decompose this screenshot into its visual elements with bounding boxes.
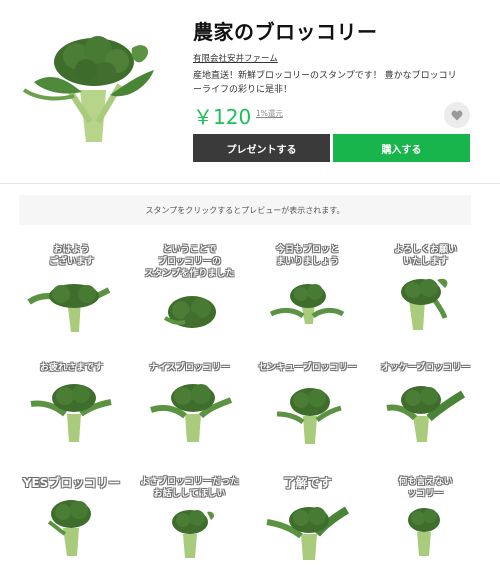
sticker-item[interactable]: おはよう ございます bbox=[19, 240, 124, 345]
sticker-caption: よろしくお願い いたします bbox=[393, 245, 457, 267]
buy-button[interactable]: 購入する bbox=[333, 134, 470, 162]
sticker-grid: おはよう ございます ということで ブロッコリーの スタンプを作りました 今日もブロッ… bbox=[19, 240, 479, 570]
sticker-caption: センキューブロッコリー bbox=[258, 363, 357, 373]
heart-icon bbox=[451, 110, 463, 120]
product-main-image bbox=[22, 36, 154, 142]
sticker-caption: ナイスブロッコリー bbox=[149, 363, 230, 373]
sticker-item[interactable]: お疲れさまです bbox=[19, 358, 124, 463]
points-link[interactable]: 1%還元 bbox=[256, 108, 283, 119]
product-header: 農家のブロッコリー 有限会社安井ファーム 産地直送！新鮮ブロッコリーのスタンプで… bbox=[0, 0, 500, 183]
sticker-item[interactable]: ということで ブロッコリーの スタンプを作りました bbox=[137, 240, 242, 345]
sticker-item[interactable]: よきブロッコリーだった お話ししてほしい bbox=[137, 472, 242, 577]
sticker-item[interactable]: 何も言えない ッコリー bbox=[373, 472, 478, 577]
header-divider bbox=[0, 183, 500, 184]
sticker-item[interactable]: 了解です bbox=[255, 472, 360, 577]
sticker-caption: お疲れさまです bbox=[39, 363, 103, 373]
favorite-button[interactable] bbox=[444, 102, 470, 128]
preview-notice: スタンプをクリックするとプレビューが表示されます。 bbox=[19, 195, 471, 225]
sticker-caption: よきブロッコリーだった お話ししてほしい bbox=[139, 477, 239, 499]
sticker-caption: YESブロッコリー bbox=[22, 476, 121, 490]
price: ￥120 bbox=[193, 105, 252, 129]
sticker-caption: ということで ブロッコリーの スタンプを作りました bbox=[144, 245, 235, 279]
sticker-caption: 了解です bbox=[283, 476, 332, 490]
sticker-item[interactable]: オッケーブロッコリー bbox=[373, 358, 478, 463]
product-title: 農家のブロッコリー bbox=[193, 20, 378, 44]
product-description: 産地直送！新鮮ブロッコリーのスタンプです！ 豊かなブロッコリーライフの彩りに是非… bbox=[193, 71, 457, 95]
sticker-caption: オッケーブロッコリー bbox=[380, 363, 471, 373]
sticker-item[interactable]: よろしくお願い いたします bbox=[373, 240, 478, 345]
sticker-caption: 今日もブロッと まいりましょう bbox=[275, 245, 339, 267]
sticker-item[interactable]: 今日もブロッと まいりましょう bbox=[255, 240, 360, 345]
author-link[interactable]: 有限会社安井ファーム bbox=[193, 52, 278, 64]
sticker-caption: 何も言えない ッコリー bbox=[398, 477, 453, 499]
sticker-caption: おはよう ございます bbox=[48, 245, 94, 267]
sticker-item[interactable]: センキューブロッコリー bbox=[255, 358, 360, 463]
gift-button[interactable]: プレゼントする bbox=[193, 134, 330, 162]
sticker-item[interactable]: ナイスブロッコリー bbox=[137, 358, 242, 463]
sticker-item[interactable]: YESブロッコリー bbox=[19, 472, 124, 577]
